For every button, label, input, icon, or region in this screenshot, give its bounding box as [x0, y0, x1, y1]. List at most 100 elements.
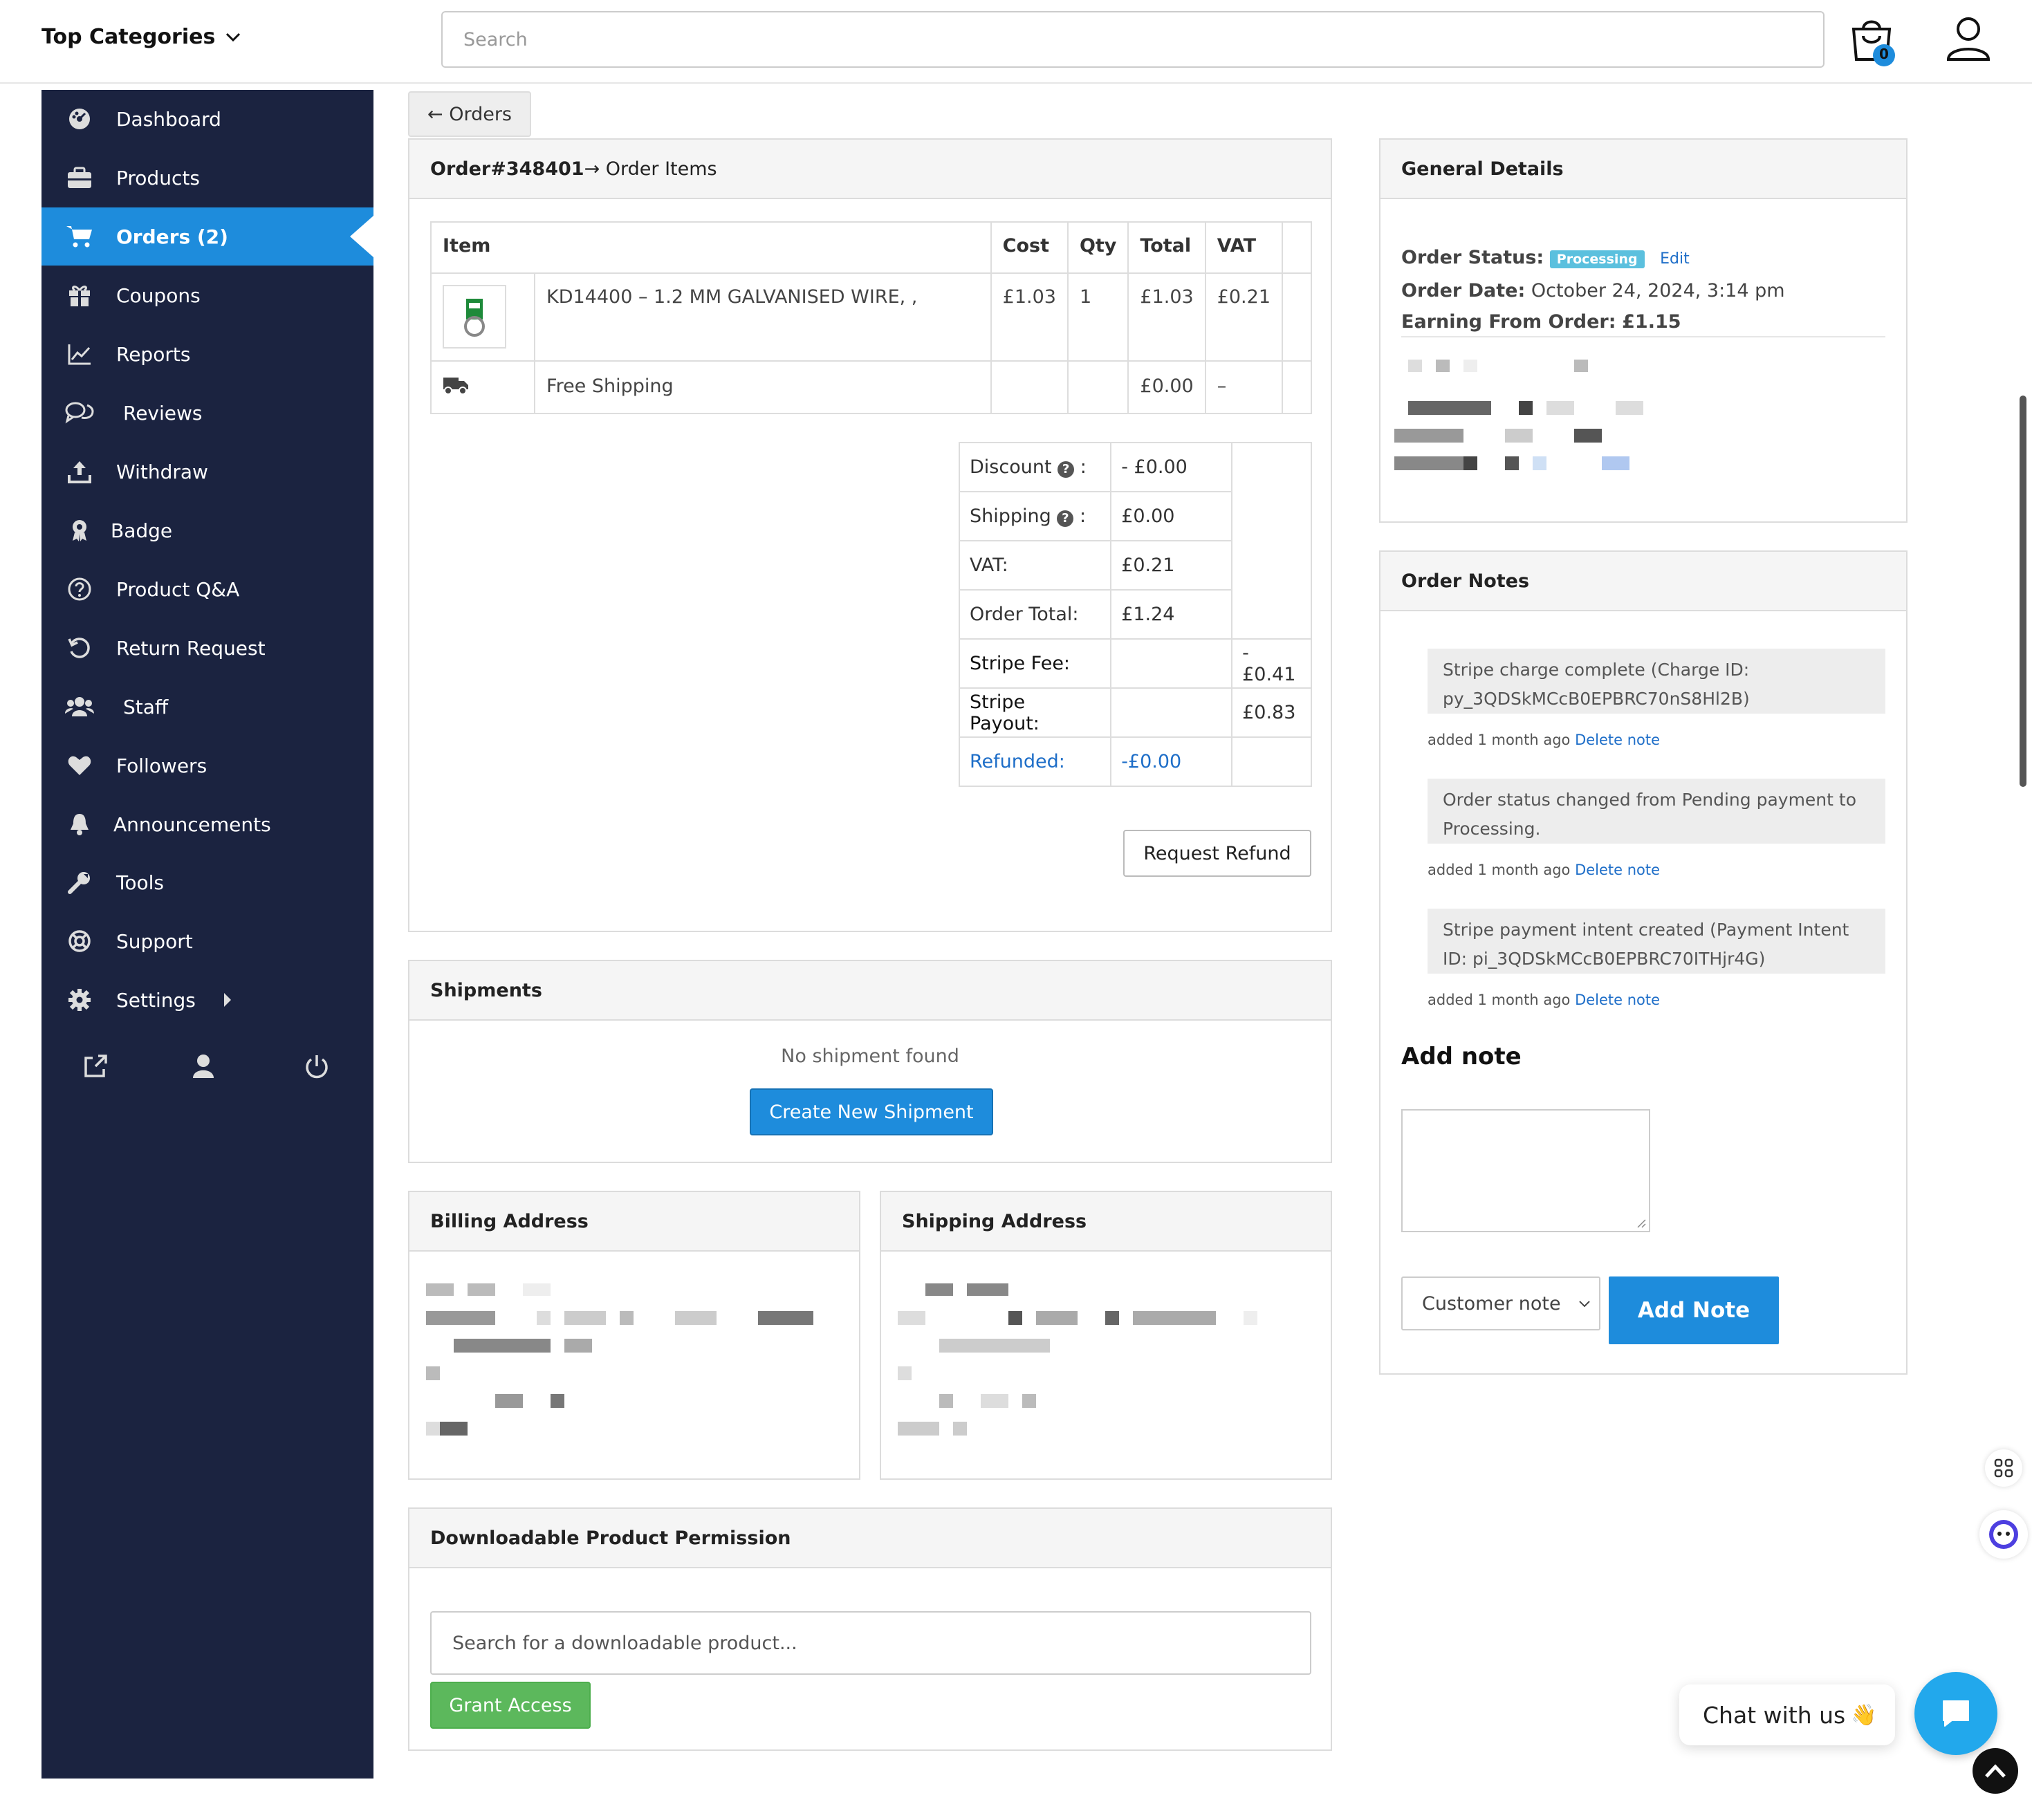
order-items-header: Order#348401 → Order Items: [409, 140, 1331, 199]
request-refund-button[interactable]: Request Refund: [1123, 830, 1311, 877]
bell-icon: [65, 810, 94, 839]
note-meta: added 1 month ago Delete note: [1428, 862, 1661, 878]
divider: [1401, 336, 1885, 337]
downloadable-search-input[interactable]: Search for a downloadable product...: [430, 1611, 1311, 1675]
sidebar-item-settings[interactable]: Settings: [41, 971, 373, 1029]
edit-status-link[interactable]: Edit: [1660, 250, 1690, 268]
grant-access-button[interactable]: Grant Access: [430, 1682, 591, 1729]
account-button[interactable]: [1945, 15, 1992, 62]
order-date-label: Order Date:: [1401, 280, 1526, 301]
order-total-value: £1.24: [1110, 589, 1233, 640]
note-textarea[interactable]: [1401, 1109, 1650, 1232]
sidebar-item-tools[interactable]: Tools: [41, 853, 373, 911]
sidebar-item-badge[interactable]: Badge: [41, 501, 373, 559]
note-bubble: Stripe charge complete (Charge ID: py_3Q…: [1428, 649, 1885, 714]
sidebar-item-products[interactable]: Products: [41, 149, 373, 207]
stripe-fee-label: Stripe Fee:: [958, 638, 1112, 689]
product-thumbnail[interactable]: [443, 285, 506, 349]
shipping-label-cell: Shipping ? :: [958, 491, 1112, 541]
product-qty: 1: [1066, 272, 1129, 362]
scroll-to-top-button[interactable]: [1973, 1748, 2018, 1794]
sidebar-item-reports[interactable]: Reports: [41, 325, 373, 383]
earning-value: £1.15: [1622, 311, 1681, 333]
sidebar-item-staff[interactable]: Staff: [41, 678, 373, 736]
heart-icon: [65, 751, 94, 780]
sidebar-item-followers[interactable]: Followers: [41, 736, 373, 795]
stripe-fee-value: -£0.41: [1231, 638, 1312, 689]
comments-icon: [65, 398, 94, 427]
sidebar-item-announcements[interactable]: Announcements: [41, 795, 373, 853]
refunded-value: -£0.00: [1110, 736, 1233, 787]
chart-line-icon: [65, 340, 94, 369]
billing-address-title: Billing Address: [409, 1192, 859, 1252]
shipping-method-name: Free Shipping: [534, 360, 992, 414]
back-to-orders-label: ← Orders: [427, 103, 512, 125]
user-icon: [1946, 17, 1991, 61]
award-icon: [65, 516, 94, 545]
chat-prompt[interactable]: Chat with us 👋: [1679, 1684, 1895, 1745]
gear-icon: [65, 985, 94, 1014]
col-item: Item: [430, 221, 992, 274]
product-total: £1.03: [1127, 272, 1206, 362]
order-number: Order#348401: [430, 158, 584, 180]
back-to-orders-button[interactable]: ← Orders: [408, 91, 531, 137]
chevron-up-icon: [1985, 1764, 2006, 1778]
delete-note-link[interactable]: Delete note: [1575, 732, 1660, 748]
shipping-vat: –: [1204, 360, 1284, 414]
product-name[interactable]: KD14400 – 1.2 MM GALVANISED WIRE, ,: [534, 272, 992, 362]
delete-note-link[interactable]: Delete note: [1575, 992, 1660, 1008]
totals-row: Stripe Payout: £0.83: [958, 687, 1312, 738]
order-totals-table: Discount ? : - £0.00 Shipping ? : £0.00 …: [958, 442, 1312, 787]
page-scrollbar[interactable]: [2020, 396, 2026, 787]
add-note-button[interactable]: Add Note: [1609, 1276, 1779, 1344]
power-icon[interactable]: [304, 1054, 329, 1079]
question-circle-icon[interactable]: ?: [1057, 510, 1074, 527]
order-items-title: → Order Items: [584, 158, 717, 180]
sidebar-item-support[interactable]: Support: [41, 912, 373, 970]
chevron-down-icon: [1579, 1301, 1590, 1308]
order-status-row: Order Status: Processing Edit: [1401, 242, 1785, 275]
create-shipment-button[interactable]: Create New Shipment: [750, 1088, 993, 1135]
note-meta: added 1 month ago Delete note: [1428, 732, 1661, 748]
discount-value: - £0.00: [1110, 442, 1233, 492]
sidebar-item-coupons[interactable]: Coupons: [41, 266, 373, 324]
dashboard-icon: [65, 104, 94, 133]
delete-note-link[interactable]: Delete note: [1575, 862, 1660, 878]
billing-address-redacted: [426, 1283, 841, 1463]
shipments-panel: Shipments No shipment found Create New S…: [408, 960, 1332, 1163]
col-vat: VAT: [1204, 221, 1284, 274]
question-circle-icon[interactable]: ?: [1057, 461, 1075, 478]
general-details-title: General Details: [1380, 140, 1906, 199]
sidebar: Dashboard Products Orders (2) Coupons Re…: [41, 90, 373, 1779]
sidebar-item-product-qa[interactable]: Product Q&A: [41, 560, 373, 618]
search-input[interactable]: Search: [441, 11, 1825, 68]
general-details-body: Order Status: Processing Edit Order Date…: [1401, 242, 1785, 337]
sidebar-item-dashboard[interactable]: Dashboard: [41, 90, 373, 148]
top-categories-label: Top Categories: [41, 25, 216, 49]
apps-widget-button[interactable]: [1985, 1449, 2022, 1487]
sidebar-item-reviews[interactable]: Reviews: [41, 384, 373, 442]
shipping-total: £0.00: [1127, 360, 1206, 414]
product-vat: £0.21: [1204, 272, 1284, 362]
downloadable-title: Downloadable Product Permission: [409, 1509, 1331, 1568]
sidebar-item-withdraw[interactable]: Withdraw: [41, 443, 373, 501]
lifebuoy-icon: [65, 927, 94, 956]
shopping-bag-icon: [1851, 20, 1895, 66]
assistant-widget-button[interactable]: [1979, 1510, 2028, 1559]
table-row: Free Shipping £0.00 –: [430, 360, 1312, 414]
user-icon[interactable]: [192, 1054, 214, 1079]
note-type-select[interactable]: Customer note: [1401, 1276, 1600, 1330]
top-categories-dropdown[interactable]: Top Categories: [41, 25, 241, 49]
external-link-icon[interactable]: [83, 1054, 108, 1079]
cart-button[interactable]: 0: [1848, 14, 1903, 69]
product-cost: £1.03: [990, 272, 1069, 362]
grid-icon: [1994, 1458, 2013, 1478]
cart-icon: [65, 222, 94, 251]
question-circle-icon: [65, 575, 94, 604]
totals-row: Refunded: -£0.00: [958, 736, 1312, 787]
shipping-value: £0.00: [1110, 491, 1233, 541]
chat-launcher-button[interactable]: [1914, 1672, 1997, 1755]
resize-handle-icon: [1637, 1219, 1646, 1228]
sidebar-item-orders[interactable]: Orders (2): [41, 207, 373, 266]
sidebar-item-return-request[interactable]: Return Request: [41, 619, 373, 677]
